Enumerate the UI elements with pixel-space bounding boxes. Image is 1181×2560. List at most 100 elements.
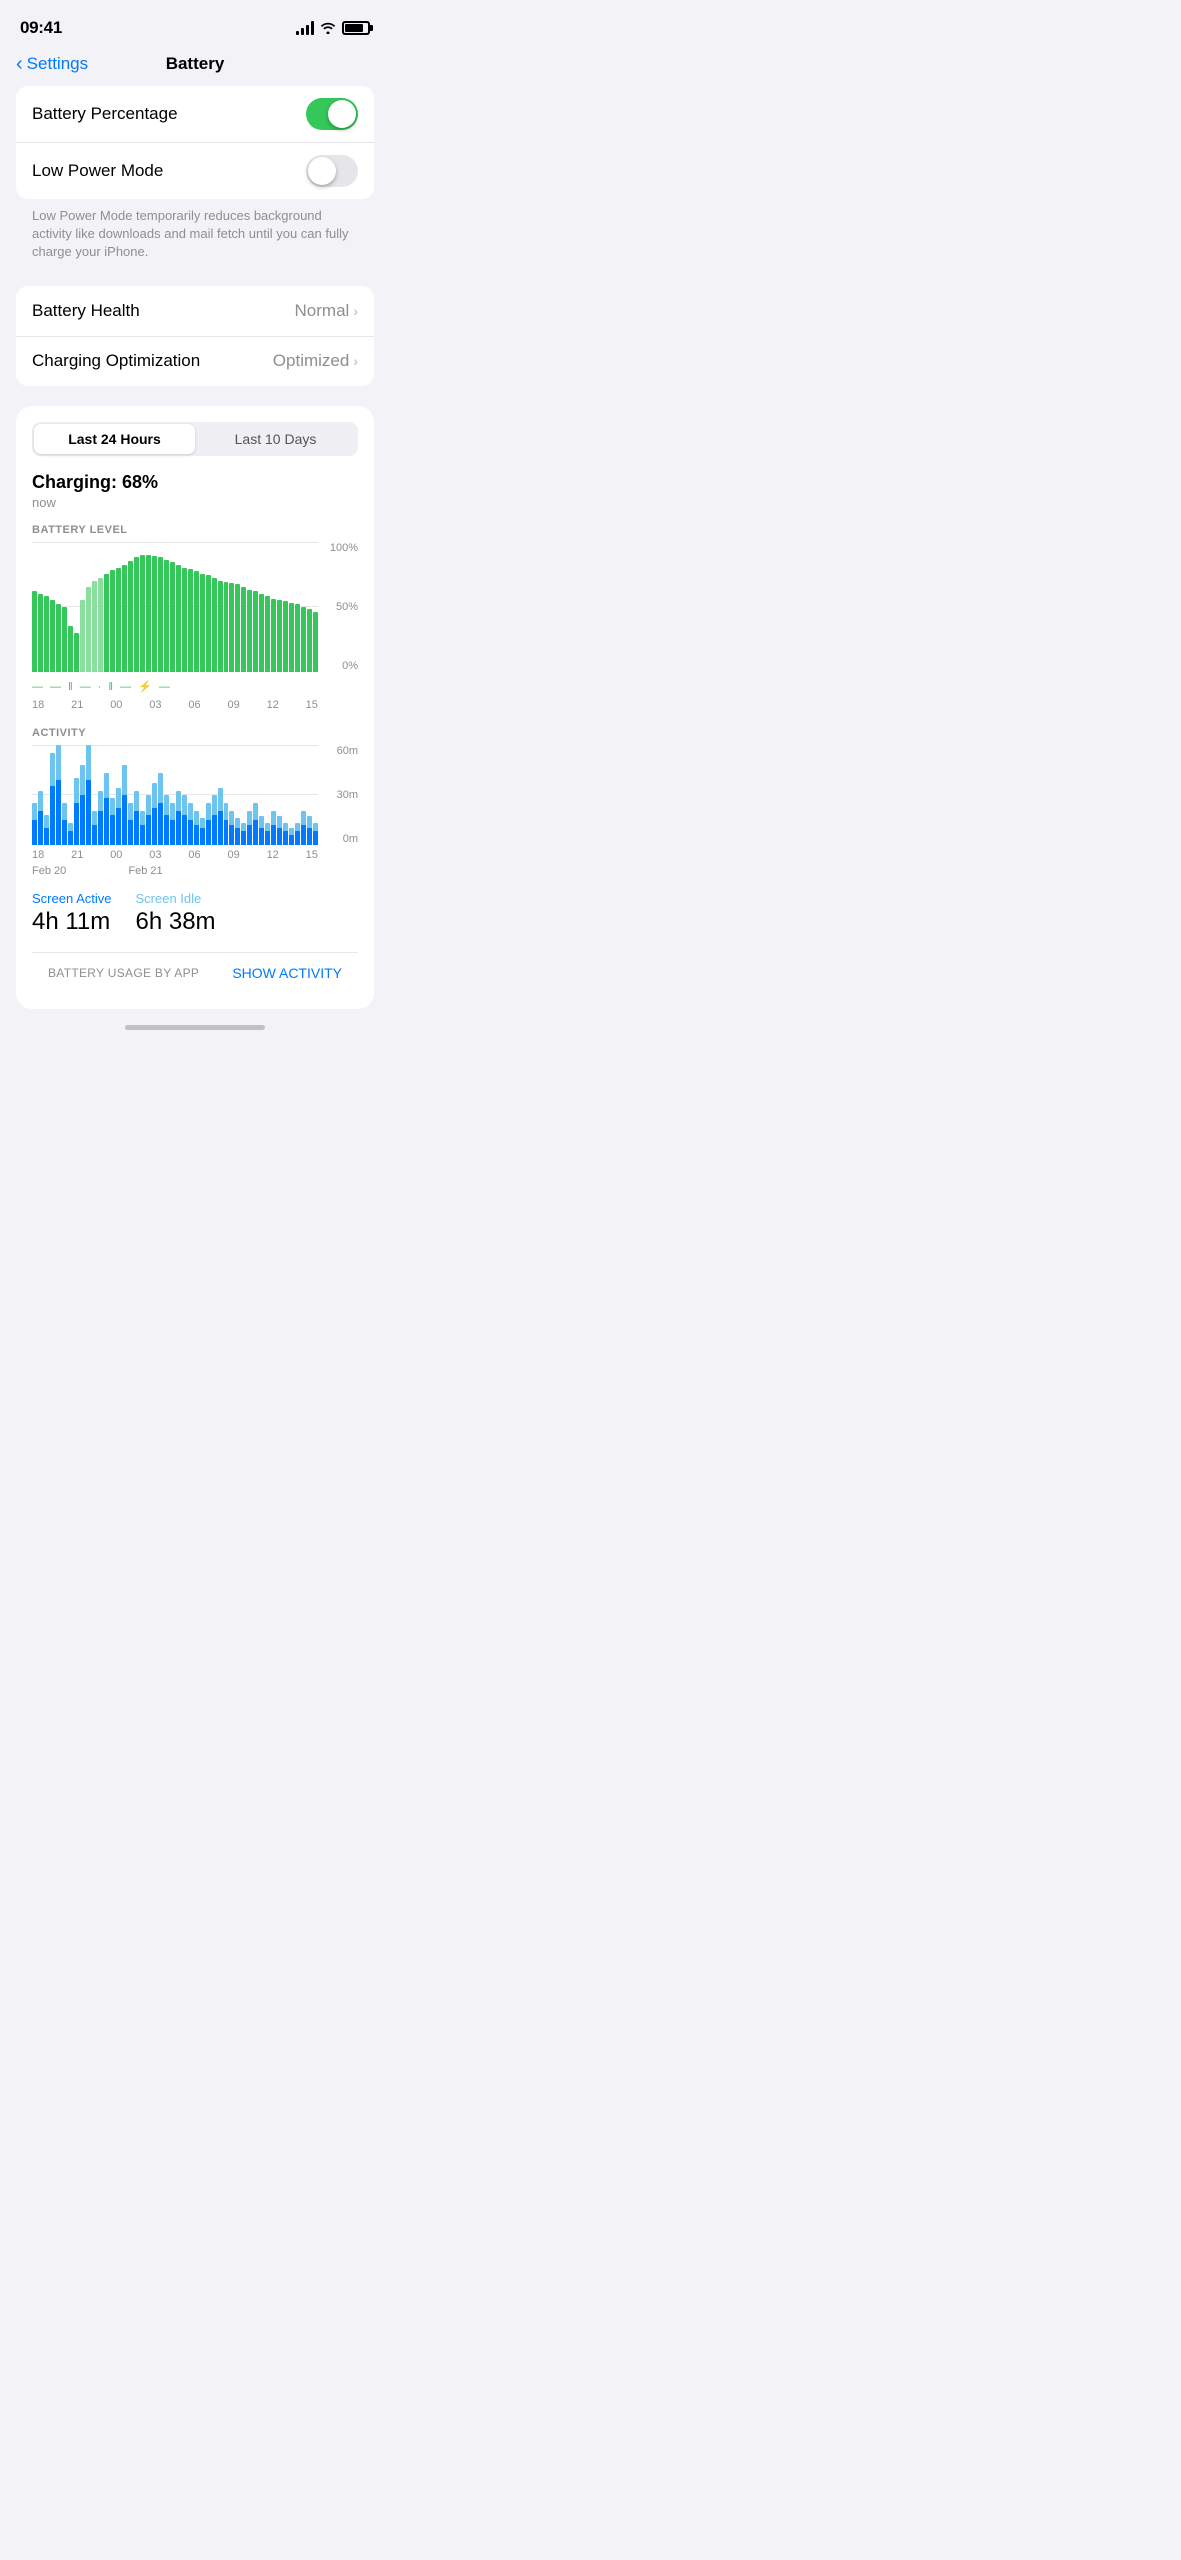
activity-bar-group	[182, 745, 187, 845]
activity-bar-group	[140, 745, 145, 845]
back-label: Settings	[27, 54, 88, 74]
battery-bar	[253, 591, 258, 672]
x-label-03: 03	[149, 699, 161, 711]
battery-bar	[283, 601, 288, 671]
activity-bar-group	[283, 745, 288, 845]
activity-bars	[32, 745, 318, 845]
wifi-icon	[320, 21, 336, 36]
battery-bar	[44, 596, 49, 671]
battery-bar	[194, 571, 199, 671]
nav-bar: ‹ Settings Battery	[0, 50, 390, 86]
battery-bar	[176, 565, 181, 672]
x-axis-activity: 18 21 00 03 06 09 12 15	[32, 849, 318, 861]
activity-bar-group	[134, 745, 139, 845]
segment-24h[interactable]: Last 24 Hours	[34, 424, 195, 454]
battery-bar	[271, 599, 276, 672]
show-activity-button[interactable]: SHOW ACTIVITY	[232, 965, 342, 981]
screen-active-stat: Screen Active 4h 11m	[32, 891, 112, 936]
screen-idle-label: Screen Idle	[136, 891, 216, 906]
activity-bar-group	[146, 745, 151, 845]
y-label-50: 50%	[318, 601, 358, 613]
battery-percentage-row[interactable]: Battery Percentage	[16, 86, 374, 142]
battery-bar	[140, 555, 145, 672]
battery-usage-section: BATTERY USAGE BY APP SHOW ACTIVITY	[32, 952, 358, 993]
battery-bar	[146, 555, 151, 672]
activity-bar-group	[307, 745, 312, 845]
battery-bar	[241, 587, 246, 672]
home-bar	[125, 1025, 265, 1030]
activity-bar-group	[188, 745, 193, 845]
activity-bar-group	[128, 745, 133, 845]
battery-health-row[interactable]: Battery Health Normal ›	[16, 286, 374, 336]
y-label-0: 0%	[318, 660, 358, 672]
activity-bar-group	[271, 745, 276, 845]
activity-bar-group	[224, 745, 229, 845]
battery-bar	[68, 626, 73, 672]
activity-bar-group	[74, 745, 79, 845]
battery-bar	[116, 568, 121, 672]
battery-bar	[158, 557, 163, 671]
chevron-right-icon-2: ›	[353, 353, 358, 369]
screen-idle-value: 6h 38m	[136, 908, 216, 936]
charging-time: now	[32, 495, 358, 510]
battery-bar	[224, 582, 229, 672]
low-power-mode-row[interactable]: Low Power Mode	[16, 142, 374, 199]
activity-bar-group	[62, 745, 67, 845]
battery-percentage-label: Battery Percentage	[32, 104, 178, 124]
battery-percentage-toggle[interactable]	[306, 98, 358, 130]
charging-optimization-row[interactable]: Charging Optimization Optimized ›	[16, 336, 374, 386]
battery-bar	[212, 578, 217, 672]
date-labels: Feb 20 Feb 21	[32, 865, 318, 877]
battery-bar	[56, 604, 61, 672]
battery-bars	[32, 542, 318, 672]
activity-bar-group	[206, 745, 211, 845]
activity-bar-group	[32, 745, 37, 845]
battery-level-label: BATTERY LEVEL	[32, 524, 358, 536]
back-button[interactable]: ‹ Settings	[16, 54, 88, 74]
battery-bar	[38, 594, 43, 672]
activity-bar-group	[295, 745, 300, 845]
battery-bar	[164, 560, 169, 672]
status-bar: 09:41	[0, 0, 390, 50]
activity-label: ACTIVITY	[32, 727, 358, 739]
battery-bar	[98, 578, 103, 672]
segmented-control[interactable]: Last 24 Hours Last 10 Days	[32, 422, 358, 456]
segment-10d[interactable]: Last 10 Days	[195, 424, 356, 454]
activity-bar-group	[218, 745, 223, 845]
battery-health-label: Battery Health	[32, 301, 140, 321]
x-label-15: 15	[306, 699, 318, 711]
battery-bar	[104, 574, 109, 672]
battery-bar	[265, 596, 270, 671]
battery-chart-area: 100% 50% 0%	[32, 542, 358, 672]
x-label-09: 09	[227, 699, 239, 711]
activity-bar-group	[277, 745, 282, 845]
activity-chart-area: 60m 30m 0m	[32, 745, 358, 845]
low-power-mode-toggle[interactable]	[306, 155, 358, 187]
activity-y-labels: 60m 30m 0m	[318, 745, 358, 845]
activity-bar-group	[176, 745, 181, 845]
page-title: Battery	[166, 54, 225, 74]
activity-bar-group	[247, 745, 252, 845]
activity-bar-group	[152, 745, 157, 845]
activity-bar-group	[164, 745, 169, 845]
activity-bar-group	[86, 745, 91, 845]
home-indicator	[0, 1017, 390, 1034]
health-card: Battery Health Normal › Charging Optimiz…	[16, 286, 374, 386]
charging-optimization-label: Charging Optimization	[32, 351, 200, 371]
activity-bar-group	[259, 745, 264, 845]
activity-bar-group	[38, 745, 43, 845]
battery-bar	[206, 575, 211, 671]
activity-bar-group	[289, 745, 294, 845]
activity-bar-group	[241, 745, 246, 845]
status-time: 09:41	[20, 18, 62, 38]
activity-y-60: 60m	[318, 745, 358, 757]
battery-toggles-card: Battery Percentage Low Power Mode	[16, 86, 374, 199]
battery-bar	[247, 590, 252, 672]
activity-bar-group	[98, 745, 103, 845]
battery-usage-label: BATTERY USAGE BY APP	[48, 966, 199, 980]
battery-bar	[289, 603, 294, 672]
status-icons	[296, 21, 370, 36]
activity-bar-group	[68, 745, 73, 845]
activity-bar-group	[194, 745, 199, 845]
activity-bar-group	[253, 745, 258, 845]
